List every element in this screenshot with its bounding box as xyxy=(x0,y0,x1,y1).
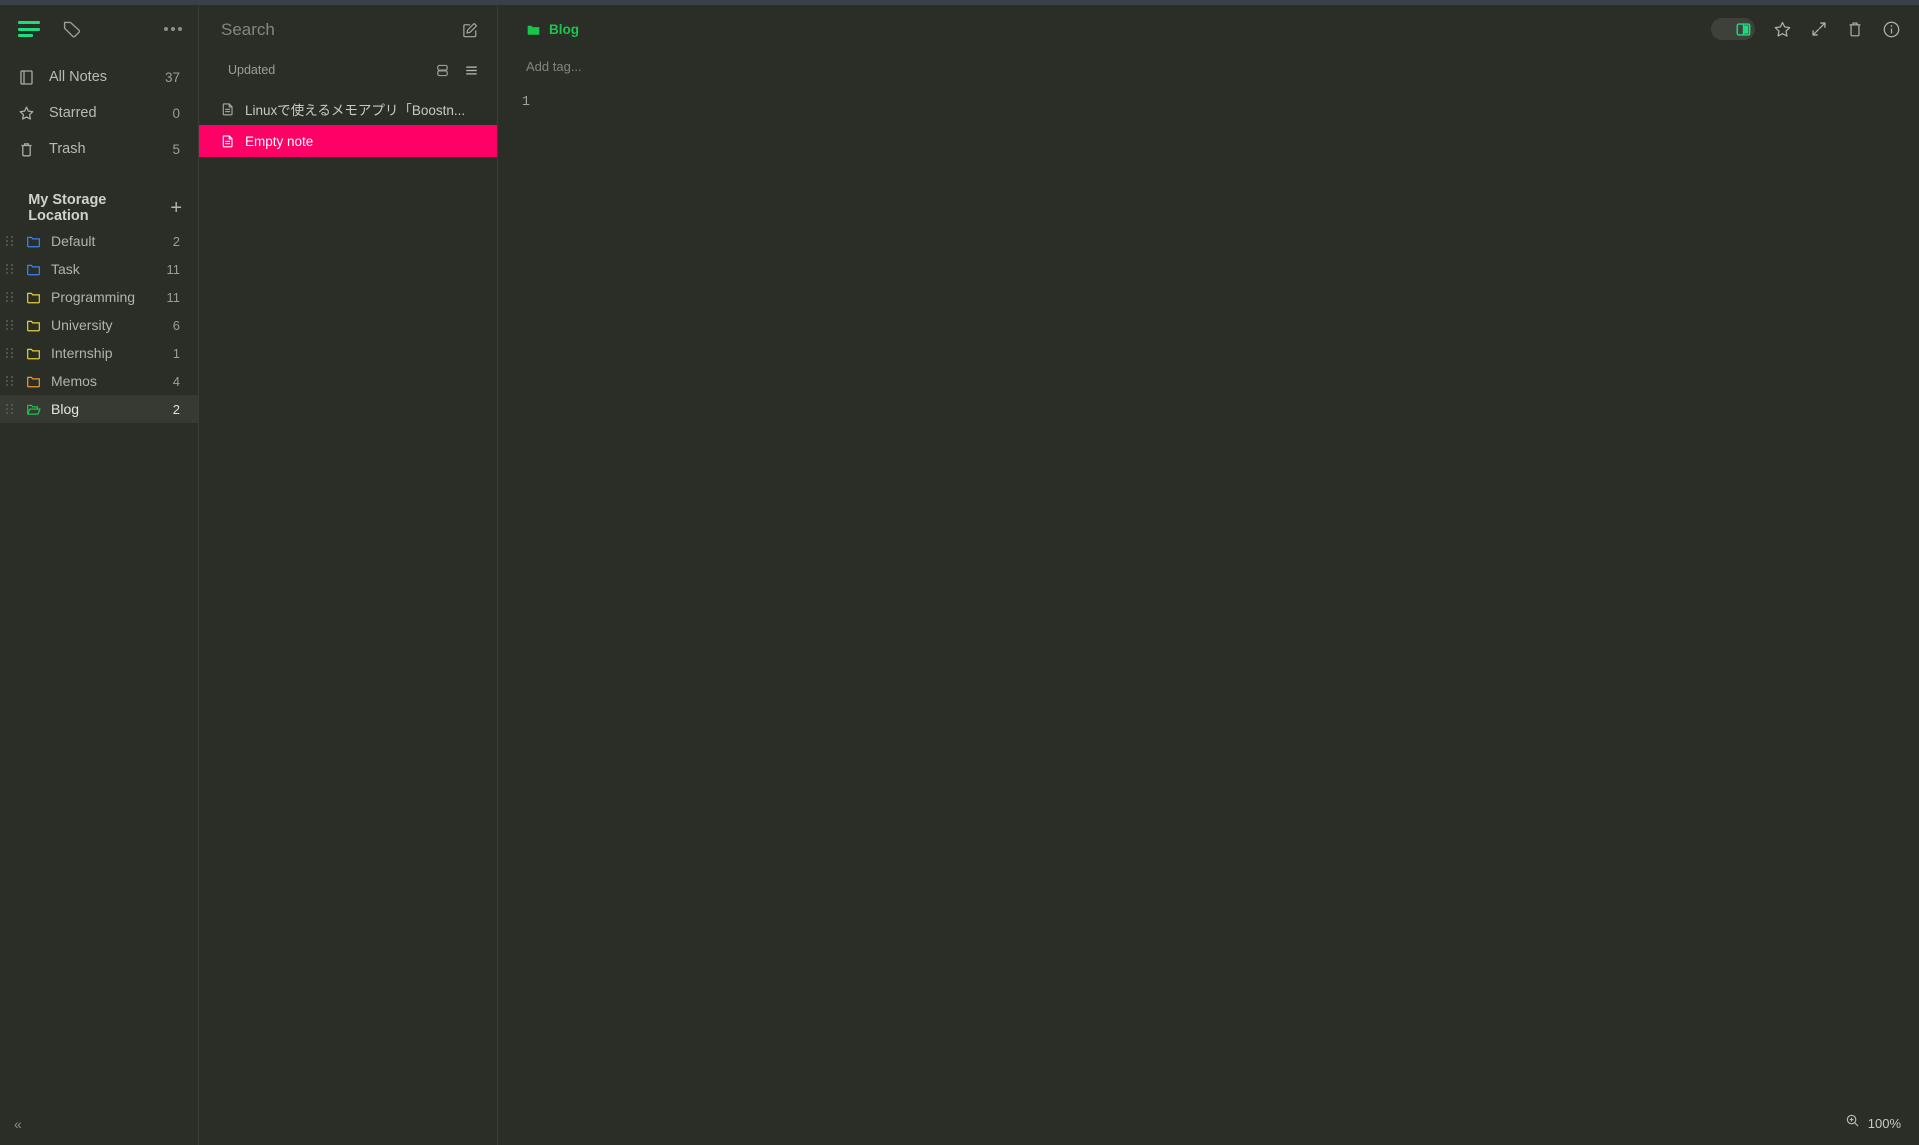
more-options-icon[interactable] xyxy=(164,27,182,31)
note-content-area[interactable] xyxy=(538,93,1919,1145)
editor-header: Blog xyxy=(498,5,1919,53)
sort-row: ⱟ Updated xyxy=(199,55,497,85)
search-input[interactable] xyxy=(221,20,461,40)
folder-count: 2 xyxy=(173,402,180,417)
sidebar-item-label: Starred xyxy=(49,105,158,121)
folder-icon xyxy=(26,234,41,249)
sidebar-toolbar xyxy=(0,5,198,53)
chevron-down-icon: ⱟ xyxy=(8,202,19,214)
sort-dropdown[interactable]: ⱟ Updated xyxy=(221,63,275,77)
info-icon[interactable] xyxy=(1882,20,1901,39)
expand-icon[interactable] xyxy=(1810,20,1828,38)
sidebar-item-trash[interactable]: Trash 5 xyxy=(0,131,198,167)
folder-count: 6 xyxy=(173,318,180,333)
view-mode-group xyxy=(435,63,479,78)
drag-handle-icon[interactable] xyxy=(6,292,16,302)
folder-item-memos[interactable]: Memos 4 xyxy=(0,367,198,395)
editor-panel: Blog Add tag... 1 100% xyxy=(498,5,1919,1145)
folder-label: Blog xyxy=(51,401,163,417)
tag-row xyxy=(498,53,1919,79)
list-item[interactable]: Empty note xyxy=(199,125,497,157)
sidebar-item-label: All Notes xyxy=(49,69,151,85)
editor-footer: 100% xyxy=(1845,1113,1901,1133)
zoom-level: 100% xyxy=(1868,1116,1901,1131)
folder-icon xyxy=(26,262,41,277)
editor-toolbar xyxy=(1711,18,1901,40)
folder-label: Default xyxy=(51,233,163,249)
compose-note-icon[interactable] xyxy=(461,21,479,39)
folder-open-icon xyxy=(26,402,41,417)
line-number-gutter: 1 xyxy=(498,93,538,1145)
breadcrumb-label: Blog xyxy=(549,22,579,37)
tag-icon[interactable] xyxy=(62,19,82,39)
main-body: All Notes 37 Starred 0 Trash 5 ⱟ My Stor… xyxy=(0,5,1919,1145)
note-title: Empty note xyxy=(245,134,313,149)
folder-count: 4 xyxy=(173,374,180,389)
breadcrumb[interactable]: Blog xyxy=(526,22,579,37)
app-window: All Notes 37 Starred 0 Trash 5 ⱟ My Stor… xyxy=(0,0,1919,1145)
hamburger-icon[interactable] xyxy=(18,21,40,37)
sidebar-nav: All Notes 37 Starred 0 Trash 5 xyxy=(0,59,198,167)
drag-handle-icon[interactable] xyxy=(6,376,16,386)
sidebar-footer: « xyxy=(0,1103,198,1145)
star-icon[interactable] xyxy=(1773,20,1792,39)
folder-item-university[interactable]: University 6 xyxy=(0,311,198,339)
trash-icon[interactable] xyxy=(1846,20,1864,38)
drag-handle-icon[interactable] xyxy=(6,348,16,358)
folder-icon xyxy=(26,346,41,361)
list-item[interactable]: Linuxで使えるメモアプリ「Boostn... xyxy=(199,93,497,125)
folder-item-internship[interactable]: Internship 1 xyxy=(0,339,198,367)
sidebar-item-all-notes[interactable]: All Notes 37 xyxy=(0,59,198,95)
folder-label: Internship xyxy=(51,345,163,361)
folder-label: University xyxy=(51,317,163,333)
folder-count: 1 xyxy=(173,346,180,361)
storage-location-header[interactable]: ⱟ My Storage Location + xyxy=(0,191,198,225)
note-title: Linuxで使えるメモアプリ「Boostn... xyxy=(245,99,465,119)
sidebar-item-label: Trash xyxy=(49,141,158,157)
sidebar-item-count: 0 xyxy=(172,106,180,121)
folder-label: Programming xyxy=(51,289,157,305)
folder-count: 2 xyxy=(173,234,180,249)
note-items: Linuxで使えるメモアプリ「Boostn... Empty note xyxy=(199,93,497,157)
folder-count: 11 xyxy=(167,290,181,305)
folder-icon xyxy=(26,318,41,333)
storage-location-title: My Storage Location xyxy=(28,192,161,224)
zoom-in-icon[interactable] xyxy=(1845,1113,1860,1133)
drag-handle-icon[interactable] xyxy=(6,236,16,246)
sidebar: All Notes 37 Starred 0 Trash 5 ⱟ My Stor… xyxy=(0,5,199,1145)
sidebar-item-starred[interactable]: Starred 0 xyxy=(0,95,198,131)
note-doc-icon xyxy=(221,134,235,148)
drag-handle-icon[interactable] xyxy=(6,264,16,274)
collapse-sidebar-button[interactable]: « xyxy=(14,1116,21,1132)
line-number: 1 xyxy=(498,93,530,113)
note-list-panel: ⱟ Updated xyxy=(199,5,498,1145)
editor-body[interactable]: 1 xyxy=(498,79,1919,1145)
folder-list: Default 2 Task 11 Programming 11 Univers… xyxy=(0,227,198,423)
folder-item-default[interactable]: Default 2 xyxy=(0,227,198,255)
folder-filled-icon xyxy=(526,22,541,37)
compact-list-icon[interactable] xyxy=(464,63,479,78)
note-doc-icon xyxy=(221,102,235,116)
split-pane-toggle[interactable] xyxy=(1711,18,1755,40)
folder-item-task[interactable]: Task 11 xyxy=(0,255,198,283)
folder-icon xyxy=(26,374,41,389)
folder-item-programming[interactable]: Programming 11 xyxy=(0,283,198,311)
search-row xyxy=(199,5,497,55)
split-view-icon[interactable] xyxy=(435,63,450,78)
folder-label: Memos xyxy=(51,373,163,389)
add-folder-button[interactable]: + xyxy=(170,198,182,218)
sort-label: Updated xyxy=(228,63,275,77)
sidebar-item-count: 37 xyxy=(165,70,180,85)
folder-count: 11 xyxy=(167,262,181,277)
add-tag-input[interactable] xyxy=(526,59,726,74)
drag-handle-icon[interactable] xyxy=(6,320,16,330)
folder-item-blog[interactable]: Blog 2 xyxy=(0,395,198,423)
folder-icon xyxy=(26,290,41,305)
folder-label: Task xyxy=(51,261,157,277)
drag-handle-icon[interactable] xyxy=(6,404,16,414)
sidebar-item-count: 5 xyxy=(172,142,180,157)
